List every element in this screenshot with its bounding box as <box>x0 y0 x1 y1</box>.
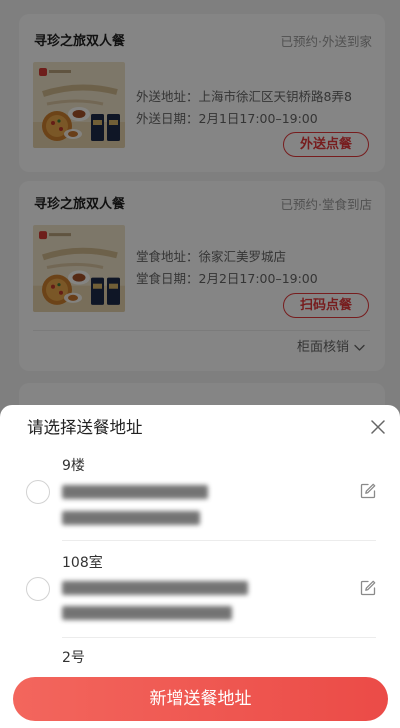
radio-unchecked-icon[interactable] <box>26 577 50 601</box>
address-detail-redacted <box>62 485 208 499</box>
address-item[interactable]: 9楼 <box>0 448 400 545</box>
order-list-page: 寻珍之旅双人餐 已预约·外送到家 外送地址：上海市徐汇区天钥桥路8弄8 外送日期… <box>0 0 400 728</box>
address-name: 2号 <box>62 650 85 666</box>
edit-icon[interactable] <box>359 482 377 500</box>
add-address-button[interactable]: 新增送餐地址 <box>13 677 388 721</box>
address-name: 108室 <box>62 555 103 571</box>
edit-icon[interactable] <box>359 579 377 597</box>
close-icon[interactable] <box>370 419 386 435</box>
address-item[interactable]: 108室 <box>0 545 400 642</box>
address-contact-redacted <box>62 606 232 620</box>
sheet-title: 请选择送餐地址 <box>27 418 143 437</box>
radio-unchecked-icon[interactable] <box>26 480 50 504</box>
address-divider <box>62 540 376 541</box>
address-name: 9楼 <box>62 458 85 474</box>
address-contact-redacted <box>62 511 200 525</box>
address-divider <box>62 637 376 638</box>
address-detail-redacted <box>62 581 248 595</box>
